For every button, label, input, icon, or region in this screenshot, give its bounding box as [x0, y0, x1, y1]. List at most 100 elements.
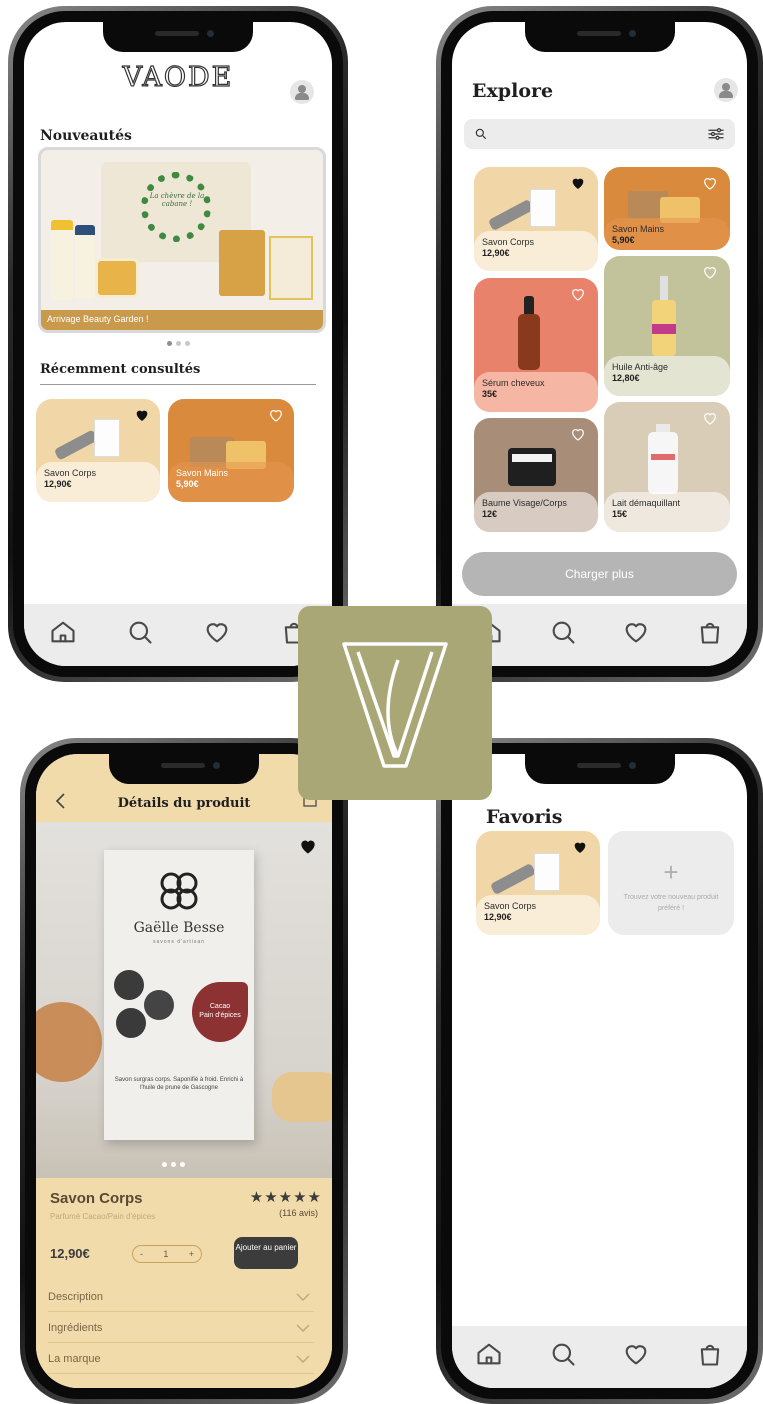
heart-outline-icon[interactable]	[570, 286, 586, 302]
bag-icon[interactable]	[694, 616, 726, 648]
heart-filled-icon[interactable]	[570, 175, 586, 191]
search-input[interactable]	[464, 119, 735, 149]
phone-home: VAODE Nouveautés La chèvre de la cabane …	[8, 6, 348, 682]
phone-favorites: Favoris Savon Corps 12,90€ + Trouvez vot…	[436, 738, 763, 1404]
soap-box-image	[530, 189, 556, 227]
product-price: 12,90€	[44, 479, 72, 490]
add-favorite-card[interactable]: + Trouvez votre nouveau produit préféré …	[608, 831, 734, 935]
tube-image	[75, 225, 95, 299]
product-card-savon-corps[interactable]: Savon Corps 12,90€	[476, 831, 600, 935]
soap-slice-image	[144, 990, 174, 1020]
accordion-label: Ingrédients	[48, 1322, 103, 1334]
heart-filled-icon[interactable]	[298, 836, 318, 856]
carousel-dots[interactable]	[167, 341, 190, 346]
new-arrivals-banner[interactable]: La chèvre de la cabane ! Arrivage Beauty…	[38, 147, 326, 333]
bottom-nav	[452, 604, 747, 666]
carousel-dot[interactable]	[185, 341, 190, 346]
product-card-savon-corps[interactable]: Savon Corps 12,90€	[474, 167, 598, 271]
home-icon[interactable]	[47, 616, 79, 648]
product-name: Lait démaquillant	[612, 498, 681, 508]
recently-viewed-title: Récemment consultés	[40, 362, 201, 377]
product-photo: Gaëlle Besse savons d'artisan Cacao Pain…	[36, 822, 332, 1178]
bottom-nav	[452, 1326, 747, 1388]
product-label: Savon Mains 5,90€	[604, 218, 730, 250]
soap-slice-image	[114, 970, 144, 1000]
heart-outline-icon[interactable]	[702, 410, 718, 426]
flavor-line: Cacao	[209, 1003, 231, 1010]
product-price: 5,90€	[612, 235, 635, 246]
product-label: Savon Corps 12,90€	[476, 895, 600, 935]
heart-icon[interactable]	[201, 616, 233, 648]
accordion-description[interactable]: Description	[48, 1282, 314, 1312]
explore-screen: Explore Savon Corps 12,90€ Savon Mains 5…	[452, 22, 747, 666]
product-card-baume-visage-corps[interactable]: Baume Visage/Corps 12€	[474, 418, 598, 532]
dish-image	[487, 198, 535, 232]
product-price: 12€	[482, 509, 498, 520]
app-logo: VAODE	[122, 61, 234, 93]
heart-outline-icon[interactable]	[702, 175, 718, 191]
filter-icon[interactable]	[707, 126, 725, 142]
package-description: Savon surgras corps. Saponifié à froid. …	[114, 1077, 244, 1092]
jar-label	[512, 454, 552, 462]
profile-avatar-icon[interactable]	[290, 80, 314, 104]
carousel-dot[interactable]	[176, 341, 181, 346]
bag-icon[interactable]	[694, 1338, 726, 1370]
load-more-button[interactable]: Charger plus	[462, 552, 737, 596]
phone-explore: Explore Savon Corps 12,90€ Savon Mains 5…	[436, 6, 763, 682]
product-name: Savon Corps	[482, 237, 535, 247]
carousel-dot[interactable]	[167, 341, 172, 346]
heart-icon[interactable]	[620, 616, 652, 648]
product-label: Sérum cheveux 35€	[474, 372, 598, 412]
oil-bottle-image	[652, 300, 676, 356]
page-title: Détails du produit	[117, 796, 251, 811]
notch	[524, 754, 675, 784]
balm-jar-image	[508, 448, 556, 486]
carousel-dot[interactable]	[180, 1162, 185, 1167]
product-price: 15€	[612, 509, 628, 520]
soap-box-image	[534, 853, 560, 891]
accordion-brand[interactable]: La marque	[48, 1344, 314, 1374]
soap-slice-image	[116, 1008, 146, 1038]
heart-filled-icon[interactable]	[572, 839, 588, 855]
search-icon[interactable]	[124, 616, 156, 648]
product-card-lait-demaquillant[interactable]: Lait démaquillant 15€	[604, 402, 730, 532]
heart-outline-icon[interactable]	[570, 426, 586, 442]
product-label: Savon Corps 12,90€	[36, 462, 160, 502]
heart-outline-icon[interactable]	[268, 407, 284, 423]
brand-name: Gaëlle Besse	[133, 920, 225, 936]
carousel-dot[interactable]	[162, 1162, 167, 1167]
product-card-savon-mains[interactable]: Savon Mains 5,90€	[168, 399, 294, 502]
carousel-dot[interactable]	[171, 1162, 176, 1167]
page-title: Explore	[472, 80, 554, 102]
product-name: Huile Anti-âge	[612, 362, 669, 372]
product-price: 12,90€	[484, 912, 512, 923]
profile-avatar-icon[interactable]	[714, 78, 738, 102]
product-card-serum-cheveux[interactable]: Sérum cheveux 35€	[474, 278, 598, 412]
accordion-ingredients[interactable]: Ingrédients	[48, 1313, 314, 1343]
product-info-panel: Savon Corps Parfumé Cacao/Pain d'épices …	[36, 1178, 332, 1388]
brand-logo-icon	[298, 606, 492, 800]
product-subtitle: Parfumé Cacao/Pain d'épices	[50, 1212, 156, 1221]
v-monogram-icon	[342, 642, 448, 768]
carousel-dots[interactable]	[162, 1162, 185, 1167]
product-price: 12,90€	[50, 1246, 90, 1261]
product-card-savon-corps[interactable]: Savon Corps 12,90€	[36, 399, 160, 502]
home-icon[interactable]	[473, 1338, 505, 1370]
qty-minus-button[interactable]: -	[140, 1249, 143, 1259]
dish-image	[489, 862, 537, 896]
soap-bar-image	[219, 230, 265, 296]
qty-plus-button[interactable]: +	[189, 1249, 194, 1259]
brand-subtitle: savons d'artisan	[153, 939, 205, 945]
product-card-savon-mains[interactable]: Savon Mains 5,90€	[604, 167, 730, 250]
heart-outline-icon[interactable]	[702, 264, 718, 280]
heart-icon[interactable]	[620, 1338, 652, 1370]
quantity-stepper[interactable]: - 1 +	[132, 1245, 202, 1263]
heart-filled-icon[interactable]	[134, 407, 150, 423]
notch	[524, 22, 675, 52]
add-to-cart-button[interactable]: Ajouter au panier	[234, 1237, 298, 1269]
search-icon[interactable]	[547, 616, 579, 648]
product-card-huile-anti-age[interactable]: Huile Anti-âge 12,80€	[604, 256, 730, 396]
box-image	[269, 236, 313, 300]
phone-details: Détails du produit Gaëlle Besse savons d…	[20, 738, 348, 1404]
search-icon[interactable]	[547, 1338, 579, 1370]
